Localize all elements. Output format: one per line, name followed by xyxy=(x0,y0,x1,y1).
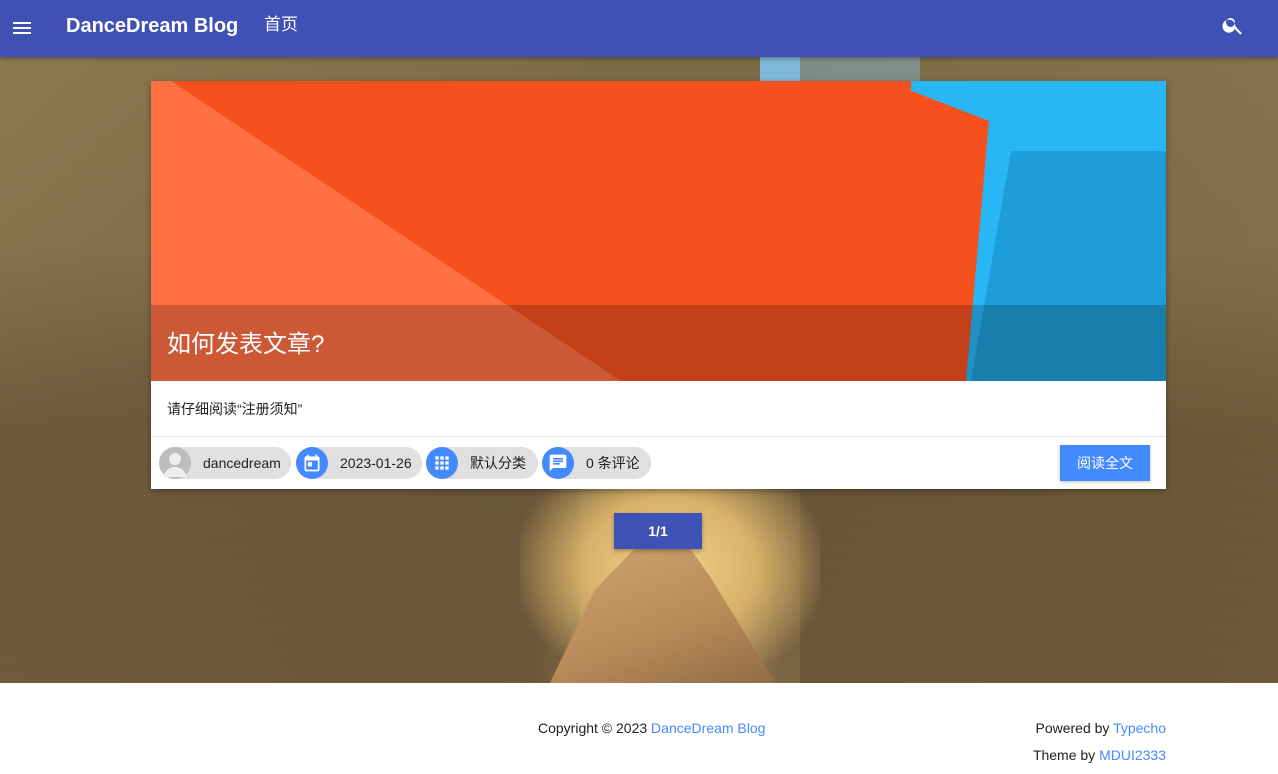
comment-count: 0 条评论 xyxy=(586,455,640,471)
site-title[interactable]: DanceDream Blog xyxy=(66,13,238,39)
author-chip[interactable]: dancedream xyxy=(159,447,291,479)
post-summary: 请仔细阅读“注册须知” xyxy=(167,401,303,417)
powered-by-text: Powered by Typecho xyxy=(1035,718,1166,738)
post-cover-image[interactable]: 如何发表文章? xyxy=(151,81,1166,381)
theme-prefix: Theme by xyxy=(1032,747,1100,763)
copyright-text: Copyright © 2023 DanceDream Blog xyxy=(538,718,765,738)
theme-link[interactable]: MDUI2333 xyxy=(1099,747,1166,763)
comment-icon xyxy=(542,447,574,479)
app-bar: DanceDream Blog 首页 xyxy=(0,0,1278,57)
author-name: dancedream xyxy=(203,455,281,471)
category-chip[interactable]: 默认分类 xyxy=(426,447,538,479)
nav-home-link[interactable]: 首页 xyxy=(264,14,298,36)
comments-chip[interactable]: 0 条评论 xyxy=(542,447,651,479)
post-category: 默认分类 xyxy=(470,455,526,471)
copyright-prefix: Copyright © 2023 xyxy=(538,720,652,736)
search-icon[interactable] xyxy=(1218,10,1248,40)
avatar xyxy=(159,447,191,479)
post-title[interactable]: 如何发表文章? xyxy=(167,329,324,361)
pagination-button[interactable]: 1/1 xyxy=(614,513,702,549)
powered-prefix: Powered by xyxy=(1035,720,1114,736)
typecho-link[interactable]: Typecho xyxy=(1113,720,1166,736)
date-chip[interactable]: 2023-01-26 xyxy=(296,447,422,479)
read-more-button[interactable]: 阅读全文 xyxy=(1060,445,1150,481)
calendar-icon xyxy=(296,447,328,479)
apps-icon xyxy=(426,447,458,479)
menu-icon[interactable] xyxy=(6,12,38,44)
theme-by-text: Theme by MDUI2333 xyxy=(1033,745,1166,765)
copyright-site-link[interactable]: DanceDream Blog xyxy=(651,720,765,736)
footer: Copyright © 2023 DanceDream Blog Powered… xyxy=(0,683,1278,774)
post-date: 2023-01-26 xyxy=(340,455,412,471)
divider xyxy=(151,436,1166,437)
post-card: 如何发表文章? 请仔细阅读“注册须知” dancedream 2023-01-2… xyxy=(151,81,1166,489)
